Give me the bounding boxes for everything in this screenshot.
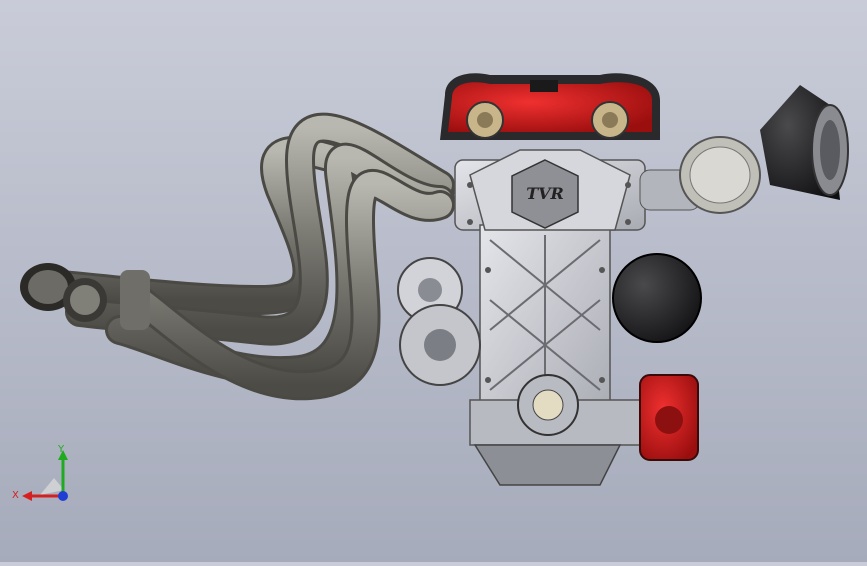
exhaust-manifold [45,112,455,401]
oil-filter [612,253,702,343]
z-axis-dot [58,491,68,501]
reference-triad: Y X [10,440,80,510]
svg-text:TVR: TVR [526,184,564,203]
air-intake [639,85,849,214]
cam-cover [440,73,660,140]
x-axis-label: X [12,490,19,501]
cad-3d-viewport[interactable]: TVR [0,0,867,562]
y-axis-label: Y [57,444,65,455]
pulley-assembly [397,257,481,386]
crank-pulley [517,374,579,436]
water-pump [639,374,699,461]
